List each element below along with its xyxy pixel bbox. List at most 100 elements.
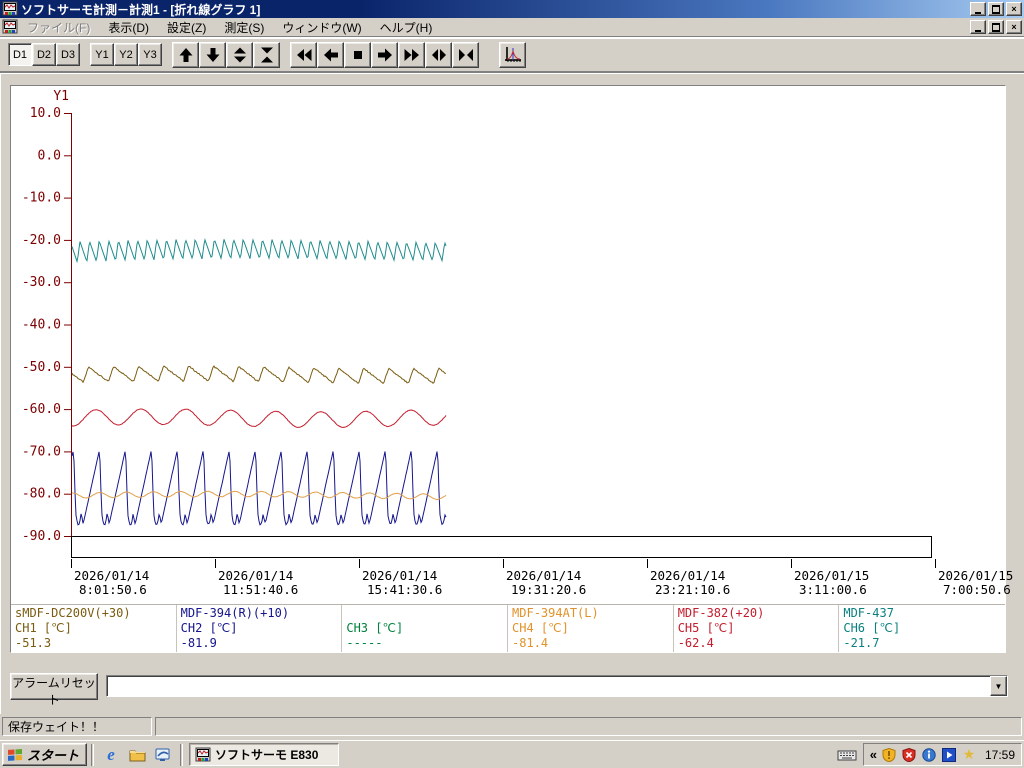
toolbar-y1-button[interactable]: Y1 xyxy=(90,43,114,66)
toolbar-d3-button[interactable]: D3 xyxy=(56,43,80,66)
svg-text:2026/01/15: 2026/01/15 xyxy=(938,568,1013,583)
restore-button[interactable] xyxy=(988,2,1004,16)
menu-bar: ファイル(F)表示(D)設定(Z)測定(S)ウィンドウ(W)ヘルプ(H) × xyxy=(0,18,1024,37)
child-close-button[interactable]: × xyxy=(1006,20,1022,34)
folder-icon[interactable] xyxy=(128,746,146,764)
svg-text:2026/01/14: 2026/01/14 xyxy=(362,568,437,583)
internet-explorer-icon[interactable]: e xyxy=(102,746,120,764)
legend-cell-ch4: MDF-394AT(L)CH4 [℃]-81.4 xyxy=(508,605,674,652)
legend-cell-ch6: MDF-437CH6 [℃]-21.7 xyxy=(839,605,1005,652)
svg-text:-60.0: -60.0 xyxy=(22,402,61,417)
svg-text:Y1: Y1 xyxy=(53,89,69,104)
svg-text:8:01:50.6: 8:01:50.6 xyxy=(79,582,147,597)
series-ch6 xyxy=(72,239,446,261)
legend-cell-ch1: sMDF-DC200V(+30)CH1 [℃]-51.3 xyxy=(11,605,177,652)
child-restore-button[interactable] xyxy=(988,20,1004,34)
svg-text:-90.0: -90.0 xyxy=(22,529,61,544)
svg-text:0.0: 0.0 xyxy=(38,148,61,163)
minimize-button[interactable] xyxy=(970,2,986,16)
menu-item-4[interactable]: 測定(S) xyxy=(215,17,273,38)
app-icon-small xyxy=(195,747,211,763)
taskbar: スタート e xyxy=(0,740,1024,768)
status-bar: 保存ウェイト！！ xyxy=(0,714,1024,740)
window-title: ソフトサーモ計測－計測1 - [折れ線グラフ 1] xyxy=(21,1,970,18)
rewind-icon[interactable] xyxy=(290,42,317,68)
menu-item-2[interactable]: 表示(D) xyxy=(99,17,158,38)
expand-horizontal-icon[interactable] xyxy=(425,42,452,68)
taskbar-app-button[interactable]: ソフトサーモ E830 xyxy=(189,743,339,766)
svg-text:2026/01/14: 2026/01/14 xyxy=(218,568,293,583)
svg-text:-10.0: -10.0 xyxy=(22,191,61,206)
line-chart: Y110.00.0-10.0-20.0-30.0-40.0-50.0-60.0-… xyxy=(11,86,1005,604)
svg-text:15:41:30.6: 15:41:30.6 xyxy=(367,582,442,597)
svg-text:-70.0: -70.0 xyxy=(22,444,61,459)
start-button[interactable]: スタート xyxy=(2,743,87,766)
graph-view-icon[interactable] xyxy=(499,42,526,68)
tray-chevron-icon[interactable]: « xyxy=(870,747,877,762)
chart-panel: Y110.00.0-10.0-20.0-30.0-40.0-50.0-60.0-… xyxy=(10,85,1006,653)
security-warning-icon[interactable] xyxy=(881,747,897,763)
legend-cell-ch3: CH3 [℃]----- xyxy=(342,605,508,652)
menu-item-6[interactable]: ヘルプ(H) xyxy=(371,17,442,38)
desktop: ソフトサーモ計測－計測1 - [折れ線グラフ 1] × ファイル(F)表示(D)… xyxy=(0,0,1024,768)
star-icon[interactable]: ★ xyxy=(961,747,977,763)
arrow-left-icon[interactable] xyxy=(317,42,344,68)
arrow-up-icon[interactable] xyxy=(172,42,199,68)
svg-text:2026/01/14: 2026/01/14 xyxy=(506,568,581,583)
svg-text:19:31:20.6: 19:31:20.6 xyxy=(511,582,586,597)
svg-text:3:11:00.6: 3:11:00.6 xyxy=(799,582,867,597)
svg-text:-80.0: -80.0 xyxy=(22,487,61,502)
arrow-down-icon[interactable] xyxy=(199,42,226,68)
svg-text:-50.0: -50.0 xyxy=(22,360,61,375)
status-message-panel: 保存ウェイト！！ xyxy=(2,717,152,736)
svg-text:11:51:40.6: 11:51:40.6 xyxy=(223,582,298,597)
svg-text:-20.0: -20.0 xyxy=(22,233,61,248)
toolbar-d2-button[interactable]: D2 xyxy=(32,43,56,66)
menu-item-1: ファイル(F) xyxy=(18,17,99,38)
system-tray: « xyxy=(837,743,1022,766)
svg-text:-30.0: -30.0 xyxy=(22,275,61,290)
info-icon[interactable] xyxy=(921,747,937,763)
series-ch5 xyxy=(72,409,446,427)
child-window-icon[interactable] xyxy=(2,19,18,35)
media-play-icon[interactable] xyxy=(941,747,957,763)
menu-item-5[interactable]: ウィンドウ(W) xyxy=(273,17,370,38)
legend-cell-ch2: MDF-394(R)(+10)CH2 [℃]-81.9 xyxy=(177,605,343,652)
toolbar-y3-button[interactable]: Y3 xyxy=(138,43,162,66)
svg-text:2026/01/14: 2026/01/14 xyxy=(74,568,149,583)
toolbar-d1-button[interactable]: D1 xyxy=(8,43,32,66)
title-bar: ソフトサーモ計測－計測1 - [折れ線グラフ 1] × xyxy=(0,0,1024,18)
child-minimize-button[interactable] xyxy=(970,20,986,34)
toolbar-y2-button[interactable]: Y2 xyxy=(114,43,138,66)
close-button[interactable]: × xyxy=(1006,2,1022,16)
svg-text:23:21:10.6: 23:21:10.6 xyxy=(655,582,730,597)
security-alert-icon[interactable] xyxy=(901,747,917,763)
start-label: スタート xyxy=(27,745,79,764)
fast-forward-icon[interactable] xyxy=(398,42,425,68)
dropdown-arrow-icon[interactable]: ▼ xyxy=(990,676,1007,696)
legend-cell-ch5: MDF-382(+20)CH5 [℃]-62.4 xyxy=(674,605,840,652)
series-ch1 xyxy=(72,366,446,383)
collapse-vertical-icon[interactable] xyxy=(253,42,280,68)
show-desktop-icon[interactable] xyxy=(154,746,172,764)
channel-legend: sMDF-DC200V(+30)CH1 [℃]-51.3MDF-394(R)(+… xyxy=(11,604,1005,652)
alarm-row: アラームリセット ▼ xyxy=(0,669,1024,709)
svg-text:2026/01/15: 2026/01/15 xyxy=(794,568,869,583)
client-area: Y110.00.0-10.0-20.0-30.0-40.0-50.0-60.0-… xyxy=(0,72,1024,714)
arrow-right-icon[interactable] xyxy=(371,42,398,68)
stop-icon[interactable] xyxy=(344,42,371,68)
series-ch2 xyxy=(72,451,446,524)
alarm-reset-button[interactable]: アラームリセット xyxy=(10,673,98,700)
collapse-horizontal-icon[interactable] xyxy=(452,42,479,68)
keyboard-icon[interactable] xyxy=(837,748,857,762)
svg-text:7:00:50.6: 7:00:50.6 xyxy=(943,582,1011,597)
toolbar: D1 D2 D3 Y1 Y2 Y3 xyxy=(0,38,1024,72)
alarm-combobox[interactable]: ▼ xyxy=(106,675,1008,697)
svg-text:2026/01/14: 2026/01/14 xyxy=(650,568,725,583)
svg-text:10.0: 10.0 xyxy=(30,106,61,121)
taskbar-clock: 17:59 xyxy=(985,748,1015,762)
menu-item-3[interactable]: 設定(Z) xyxy=(158,17,215,38)
alarm-combobox-value[interactable] xyxy=(107,676,990,696)
expand-vertical-icon[interactable] xyxy=(226,42,253,68)
app-icon xyxy=(2,1,18,17)
